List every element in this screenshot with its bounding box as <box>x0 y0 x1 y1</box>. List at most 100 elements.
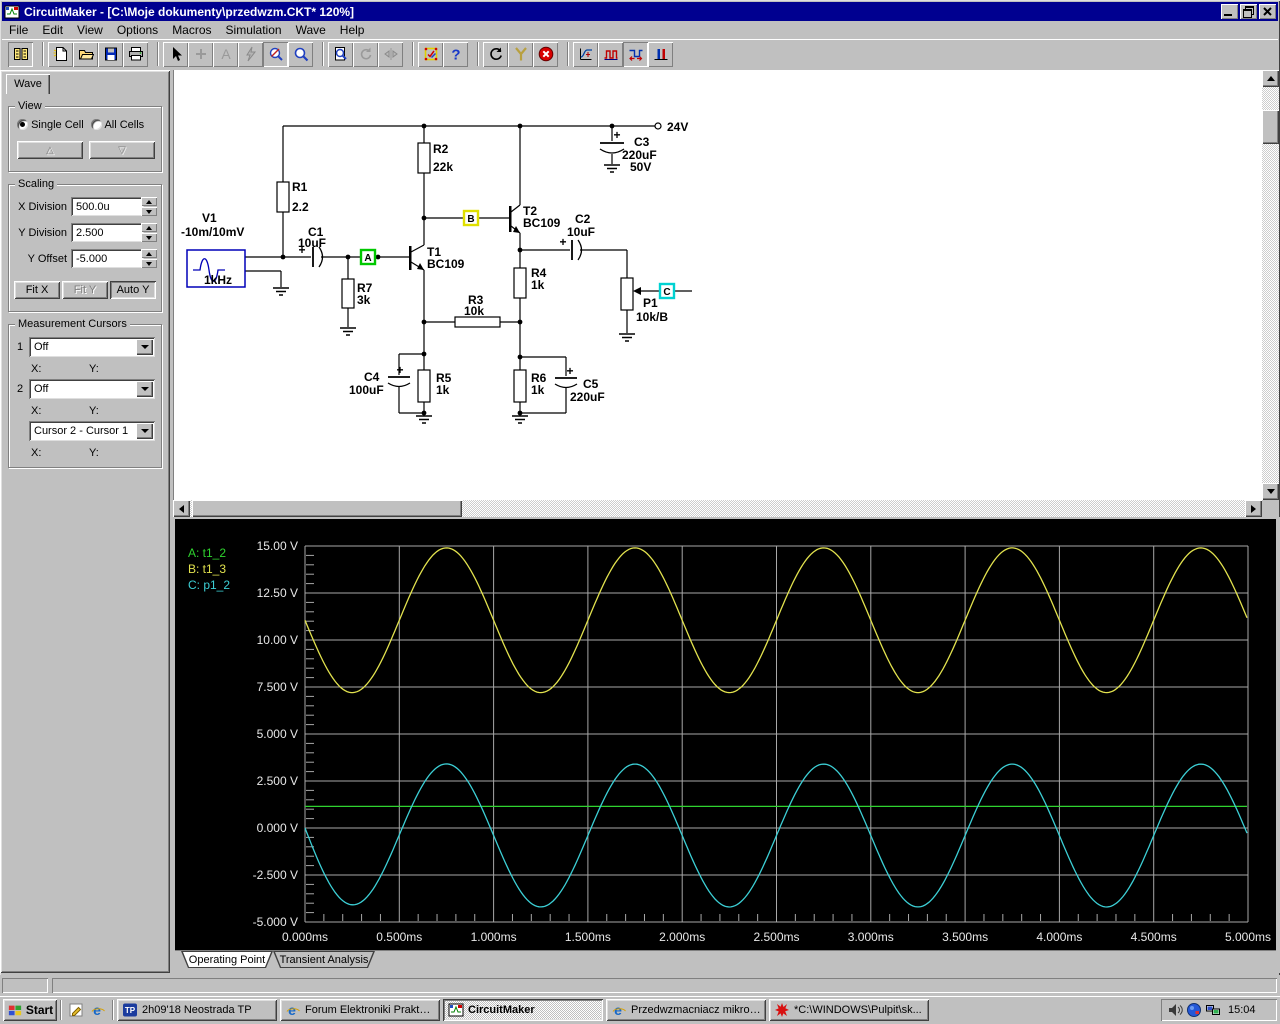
capacitors[interactable] <box>312 142 625 389</box>
quicklaunch-ie[interactable]: e <box>87 999 109 1021</box>
simulation-setup-button[interactable] <box>418 41 443 67</box>
cell-down-button[interactable]: ▽ <box>89 141 155 159</box>
radio-all-cells-dot[interactable] <box>91 119 102 130</box>
resistor-r4[interactable] <box>513 267 527 299</box>
taskbar-button[interactable]: TP 2h09'18 Neostrada TP <box>117 999 277 1021</box>
menu-item-help[interactable]: Help <box>333 21 372 39</box>
cursor-1-y-label: Y: <box>89 363 99 375</box>
start-button[interactable]: Start <box>3 999 57 1021</box>
radio-all-cells[interactable]: All Cells <box>91 119 144 131</box>
taskbar-button[interactable]: e Forum Elektroniki Praktycz... <box>280 999 440 1021</box>
cursor-diff-select[interactable]: Cursor 2 - Cursor 1 <box>29 421 155 441</box>
resistor-r3[interactable] <box>454 316 501 328</box>
menu-item-macros[interactable]: Macros <box>165 21 218 39</box>
tray-icons <box>1167 1002 1221 1018</box>
menu-item-file[interactable]: File <box>2 21 35 39</box>
x-division-input[interactable]: 500.0u <box>71 197 144 216</box>
radio-single-cell-dot[interactable] <box>17 119 28 130</box>
chevron-down-icon[interactable] <box>136 381 153 397</box>
tab-transient-analysis[interactable]: Transient Analysis <box>273 951 375 968</box>
step-simulation-icon <box>514 47 527 61</box>
cursor-2-select[interactable]: Off <box>29 379 155 399</box>
resistor-r1[interactable] <box>276 181 290 213</box>
tray-app-icon[interactable] <box>1186 1002 1202 1018</box>
zoom-area-button[interactable] <box>328 41 353 67</box>
tab-wave[interactable]: Wave <box>6 74 50 94</box>
scroll-left-icon[interactable] <box>173 500 190 517</box>
resistor-r6[interactable] <box>513 369 527 403</box>
chevron-down-icon[interactable] <box>136 423 153 439</box>
scroll-down-icon[interactable] <box>1262 483 1279 500</box>
fit-y-button[interactable]: Fit Y <box>62 281 108 299</box>
menu-item-edit[interactable]: Edit <box>35 21 70 39</box>
scroll-up-icon[interactable] <box>1262 70 1279 87</box>
network-icon[interactable] <box>1205 1002 1221 1018</box>
quicklaunch-notes[interactable] <box>65 999 87 1021</box>
y-division-spinner[interactable] <box>141 223 157 242</box>
potentiometer-p1[interactable] <box>620 277 634 311</box>
open-file-icon <box>78 50 94 60</box>
probe-a[interactable]: A <box>359 248 377 266</box>
menu-item-wave[interactable]: Wave <box>289 21 333 39</box>
select-arrow-button[interactable] <box>163 41 188 67</box>
probe-c[interactable]: C <box>658 282 676 300</box>
schematic-horizontal-scrollbar[interactable] <box>173 500 1262 517</box>
reset-simulation-button[interactable] <box>483 41 508 67</box>
supply-terminal-24v[interactable] <box>654 122 662 130</box>
menu-item-options[interactable]: Options <box>110 21 165 39</box>
open-file-button[interactable] <box>73 41 98 67</box>
y-division-input[interactable]: 2.500 <box>71 223 144 242</box>
waveform-analog-button[interactable] <box>623 41 648 67</box>
schematic-vertical-scrollbar[interactable] <box>1262 70 1279 500</box>
minimize-button[interactable] <box>1221 4 1238 19</box>
speaker-icon[interactable] <box>1167 1002 1183 1018</box>
y-offset-input[interactable]: -5.000 <box>71 249 144 268</box>
waveform-plot[interactable]: 15.00 V 12.50 V 10.00 V 7.500 V 5.000 V 2.500… <box>175 519 1276 950</box>
chevron-down-icon[interactable] <box>136 339 153 355</box>
waveform-dc-button[interactable] <box>573 41 598 67</box>
radio-single-cell[interactable]: Single Cell <box>17 119 84 131</box>
resistor-r7[interactable] <box>341 278 355 309</box>
menu-item-view[interactable]: View <box>70 21 110 39</box>
print-button[interactable] <box>123 41 148 67</box>
rotate-button[interactable] <box>353 41 378 67</box>
svg-text:A: A <box>221 46 231 62</box>
parts-bin-button[interactable] <box>8 41 33 67</box>
waveform-scope-button[interactable] <box>648 41 673 67</box>
stop-simulation-button[interactable] <box>533 41 558 67</box>
text-tool-button[interactable]: A <box>213 41 238 67</box>
taskbar-button[interactable]: *C:\WINDOWS\Pulpit\sk... <box>769 999 929 1021</box>
tab-operating-point[interactable]: Operating Point <box>181 951 273 968</box>
probe-b[interactable]: B <box>462 209 480 227</box>
auto-y-button[interactable]: Auto Y <box>110 281 156 299</box>
schematic-canvas[interactable]: ABC V1 -10m/10mV 1kHz R1 2.2 C1 10uF R7 3k T1 BC10… <box>173 70 1262 500</box>
application-window: CircuitMaker - [C:\Moje dokumenty\przedw… <box>0 0 1280 1024</box>
cell-up-button[interactable]: △ <box>17 141 83 159</box>
resistor-r2[interactable] <box>417 142 431 174</box>
schematic-label: C2 <box>575 212 591 226</box>
fit-x-button[interactable]: Fit X <box>14 281 60 299</box>
mirror-button[interactable] <box>378 41 403 67</box>
horizontal-scroll-thumb[interactable] <box>192 500 462 517</box>
taskbar-button[interactable]: CircuitMaker <box>443 999 603 1021</box>
probe-tool-button[interactable] <box>263 41 288 67</box>
vertical-scroll-thumb[interactable] <box>1262 110 1279 144</box>
restore-button[interactable] <box>1240 4 1257 19</box>
cursor-1-select[interactable]: Off <box>29 337 155 357</box>
scroll-right-icon[interactable] <box>1245 500 1262 517</box>
waveform-digital-button[interactable] <box>598 41 623 67</box>
taskbar-button[interactable]: e Przedwzmacniacz mikrofo... <box>606 999 766 1021</box>
delete-tool-button[interactable] <box>238 41 263 67</box>
zoom-tool-button[interactable] <box>288 41 313 67</box>
wave-sidebar: Wave View Single Cell All Cells △ ▽ Scal… <box>0 70 170 973</box>
y-offset-spinner[interactable] <box>141 249 157 268</box>
resistor-r5[interactable] <box>417 369 431 403</box>
menu-item-simulation[interactable]: Simulation <box>219 21 289 39</box>
step-simulation-button[interactable] <box>508 41 533 67</box>
wire-tool-button[interactable] <box>188 41 213 67</box>
close-button[interactable] <box>1259 4 1276 19</box>
save-file-button[interactable] <box>98 41 123 67</box>
help-button[interactable]: ? <box>443 41 468 67</box>
new-file-button[interactable] <box>48 41 73 67</box>
x-division-spinner[interactable] <box>141 197 157 216</box>
